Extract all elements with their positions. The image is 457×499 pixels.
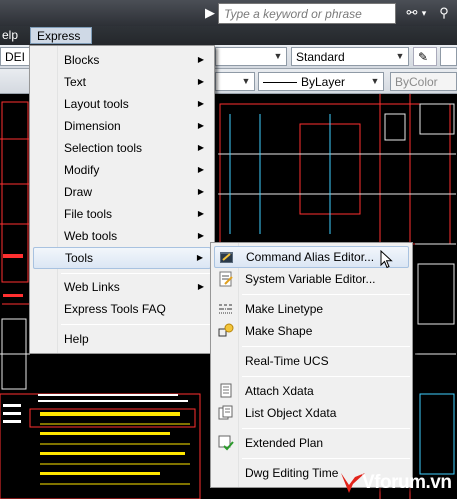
- menu-item-web-links[interactable]: Web Links ▶: [33, 276, 211, 298]
- menu-item-file-tools[interactable]: File tools ▶: [33, 203, 211, 225]
- menu-item-blocks[interactable]: Blocks ▶: [33, 49, 211, 71]
- menu-item-web-tools[interactable]: Web tools ▶: [33, 225, 211, 247]
- chevron-down-icon: ▼: [370, 76, 380, 86]
- express-menu: Blocks ▶ Text ▶ Layout tools ▶ Dimension ▶ S…: [29, 45, 215, 354]
- alias-editor-icon: [220, 252, 233, 263]
- text-style-combo[interactable]: DEI: [0, 47, 30, 66]
- submenu-arrow-icon: ▶: [197, 231, 204, 240]
- submenu-arrow-icon: ▶: [197, 99, 204, 108]
- watermark-text: Vforum.vn: [362, 472, 452, 493]
- menu-item-modify[interactable]: Modify ▶: [33, 159, 211, 181]
- submenu-arrow-icon: ▶: [197, 209, 204, 218]
- submenu-arrow-icon: ▶: [197, 143, 204, 152]
- menu-item-tools[interactable]: Tools ▶: [33, 247, 211, 269]
- menu-item-layout-tools[interactable]: Layout tools ▶: [33, 93, 211, 115]
- menu-item-draw[interactable]: Draw ▶: [33, 181, 211, 203]
- menu-separator: [242, 376, 410, 377]
- menu-item-make-linetype[interactable]: Make Linetype: [214, 298, 409, 320]
- submenu-arrow-icon: ▶: [197, 282, 204, 291]
- menu-item-text[interactable]: Text ▶: [33, 71, 211, 93]
- menu-item-system-variable-editor[interactable]: System Variable Editor...: [214, 268, 409, 290]
- multileader-style-combo[interactable]: [440, 47, 457, 66]
- chevron-down-icon: ▼: [395, 51, 405, 61]
- menu-item-attach-xdata[interactable]: Attach Xdata: [214, 380, 409, 402]
- mouse-cursor-icon: [380, 250, 393, 269]
- line-sample: [263, 82, 297, 84]
- submenu-arrow-icon: ▶: [196, 253, 203, 262]
- title-strip: ▶ Type a keyword or phrase ⚯ ▾ ⚲: [0, 0, 457, 26]
- table-style-combo[interactable]: Standard ▼: [291, 47, 409, 66]
- chevron-down-icon[interactable]: ▾: [419, 4, 429, 22]
- sysvar-editor-icon: [219, 271, 233, 287]
- menu-separator: [242, 346, 410, 347]
- menu-item-make-shape[interactable]: Make Shape: [214, 320, 409, 342]
- search-input[interactable]: Type a keyword or phrase: [218, 3, 396, 24]
- menu-item-dimension[interactable]: Dimension ▶: [33, 115, 211, 137]
- make-shape-icon: [218, 323, 234, 337]
- submenu-arrow-icon: ▶: [197, 121, 204, 130]
- submenu-arrow-icon: ▶: [197, 55, 204, 64]
- key-icon[interactable]: ⚲: [434, 4, 454, 22]
- chevron-down-icon: ▼: [273, 51, 283, 61]
- make-linetype-icon: [219, 304, 233, 314]
- menu-bar: elp Express: [0, 26, 457, 45]
- menu-separator: [242, 428, 410, 429]
- expand-icon[interactable]: ▶: [200, 4, 220, 22]
- menu-item-list-object-xdata[interactable]: List Object Xdata: [214, 402, 409, 424]
- menu-help[interactable]: elp: [0, 27, 24, 44]
- submenu-arrow-icon: ▶: [197, 187, 204, 196]
- menu-separator: [61, 324, 211, 325]
- linetype-combo[interactable]: ByLayer ▼: [258, 72, 384, 91]
- menu-item-selection-tools[interactable]: Selection tools ▶: [33, 137, 211, 159]
- chevron-down-icon: ▼: [241, 76, 251, 86]
- menu-item-express-tools-faq[interactable]: Express Tools FAQ: [33, 298, 211, 320]
- menu-separator: [242, 294, 410, 295]
- tools-submenu: Command Alias Editor... System Variable …: [210, 242, 413, 488]
- menu-item-extended-plan[interactable]: Extended Plan: [214, 432, 409, 454]
- submenu-arrow-icon: ▶: [197, 77, 204, 86]
- menu-separator: [61, 273, 211, 274]
- dim-style-combo[interactable]: ▼: [215, 47, 287, 66]
- menu-separator: [242, 458, 410, 459]
- attach-xdata-icon: [220, 383, 232, 398]
- multileader-style-icon[interactable]: ✎: [413, 47, 437, 66]
- extended-plan-icon: [218, 435, 234, 451]
- menu-item-real-time-ucs[interactable]: Real-Time UCS: [214, 350, 409, 372]
- color-combo[interactable]: ▼: [215, 72, 255, 91]
- menu-express[interactable]: Express: [30, 27, 92, 44]
- list-xdata-icon: [218, 405, 233, 420]
- submenu-arrow-icon: ▶: [197, 165, 204, 174]
- menu-item-help[interactable]: Help: [33, 328, 211, 350]
- lineweight-combo: ByColor: [390, 72, 457, 91]
